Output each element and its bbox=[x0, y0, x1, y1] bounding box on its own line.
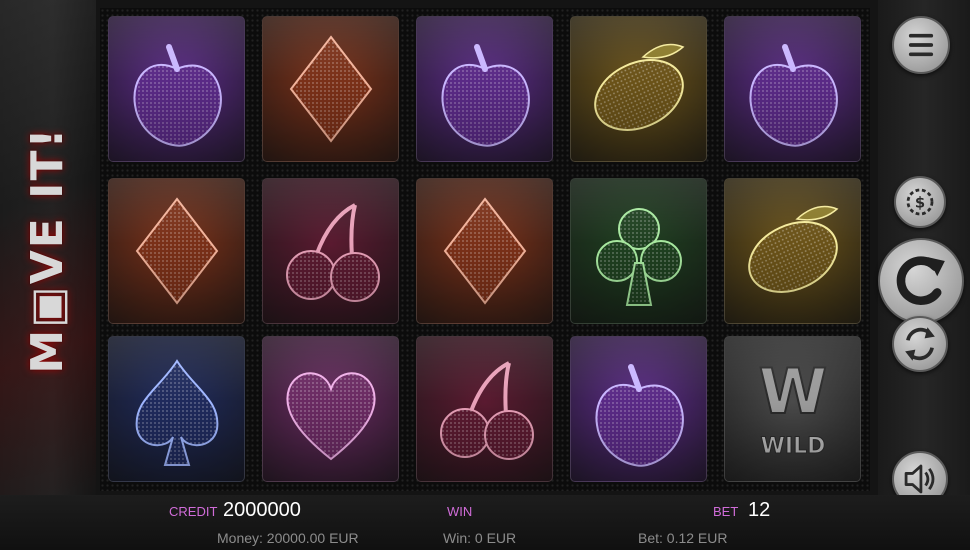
menu-button[interactable] bbox=[892, 16, 950, 74]
cherry-icon bbox=[286, 203, 380, 302]
plum-icon bbox=[441, 44, 530, 147]
bet-text: Bet: 0.12 EUR bbox=[638, 530, 728, 546]
reel-cell-plum bbox=[416, 16, 553, 162]
reel-cell-heart bbox=[262, 336, 399, 482]
lemon-icon bbox=[748, 205, 839, 293]
cherry-icon bbox=[440, 361, 534, 460]
svg-text:$: $ bbox=[915, 195, 925, 212]
game-logo-panel: M▣VE IT! bbox=[0, 0, 96, 495]
spin-icon bbox=[896, 256, 945, 305]
bet-value: 12 bbox=[748, 499, 771, 521]
reel-cell-plum bbox=[724, 16, 861, 162]
reel-cell-lemon bbox=[724, 178, 861, 324]
control-panel: $ bbox=[878, 0, 970, 507]
reel-cell-lemon bbox=[570, 16, 707, 162]
plum-icon bbox=[133, 44, 222, 147]
money-text: Money: 20000.00 EUR bbox=[217, 530, 359, 546]
reel-cell-spade bbox=[108, 336, 245, 482]
reel-grid: W WILD bbox=[100, 8, 870, 491]
menu-icon bbox=[908, 33, 934, 57]
win-label: WIN bbox=[447, 504, 473, 519]
spade-icon bbox=[135, 359, 219, 466]
reel-cell-club bbox=[570, 178, 707, 324]
club-icon bbox=[596, 208, 682, 306]
plum-icon bbox=[749, 44, 838, 147]
credit-value: 2000000 bbox=[223, 499, 301, 521]
diamond-icon bbox=[289, 35, 373, 143]
game-logo: M▣VE IT! bbox=[22, 126, 73, 374]
wild-icon: W WILD bbox=[758, 354, 828, 460]
reel-cell-plum bbox=[570, 336, 707, 482]
heart-icon bbox=[286, 372, 376, 461]
bet-label: BET bbox=[713, 504, 739, 519]
bottom-info-bar: CREDIT 2000000 Money: 20000.00 EUR WIN W… bbox=[0, 495, 970, 550]
win-text: Win: 0 EUR bbox=[443, 530, 517, 546]
reel-cell-wild: W WILD bbox=[724, 336, 861, 482]
autoplay-button[interactable] bbox=[892, 316, 948, 372]
plum-icon bbox=[595, 364, 684, 467]
autoplay-icon bbox=[905, 327, 935, 361]
svg-text:W: W bbox=[759, 355, 827, 428]
diamond-icon bbox=[443, 197, 527, 305]
reel-cell-cherry bbox=[262, 178, 399, 324]
reel-cell-diamond bbox=[416, 178, 553, 324]
diamond-icon bbox=[135, 197, 219, 305]
reel-cell-diamond bbox=[108, 178, 245, 324]
svg-text:WILD: WILD bbox=[761, 434, 826, 459]
bet-button[interactable]: $ bbox=[894, 176, 946, 228]
coin-icon: $ bbox=[906, 188, 934, 216]
credit-label: CREDIT bbox=[169, 504, 218, 519]
reel-cell-plum bbox=[108, 16, 245, 162]
spin-button[interactable] bbox=[878, 238, 964, 324]
reel-cell-diamond bbox=[262, 16, 399, 162]
lemon-icon bbox=[594, 43, 685, 131]
reel-cell-cherry bbox=[416, 336, 553, 482]
